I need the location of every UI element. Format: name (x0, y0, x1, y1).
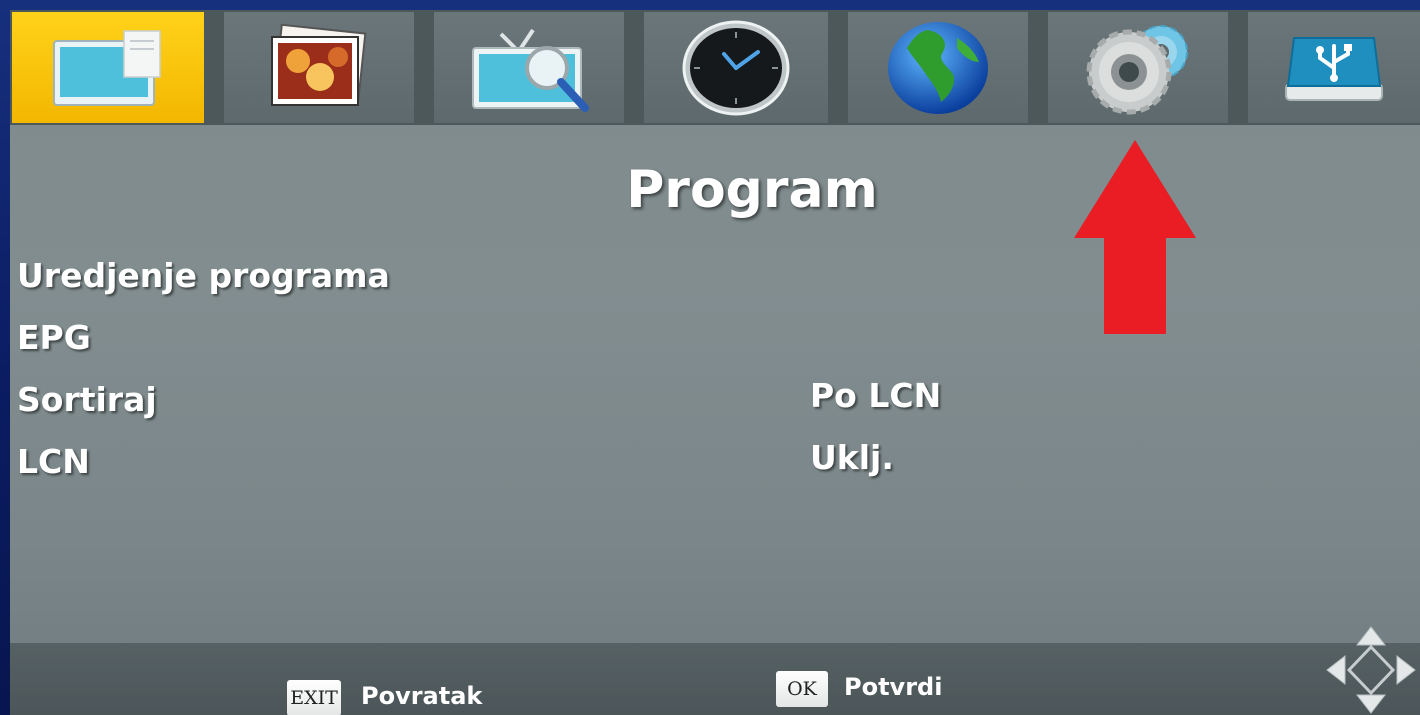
picture-icon (53, 29, 161, 106)
nav-arrows-icon (1326, 626, 1416, 714)
usb-icon (1285, 36, 1383, 101)
lcn-value: Uklj. (810, 438, 894, 477)
globe-icon (888, 21, 988, 114)
tab-clock[interactable] (644, 12, 828, 123)
annotation-arrow-icon (1074, 140, 1196, 334)
menu-item-sortiraj[interactable]: Sortiraj (17, 380, 157, 419)
ok-label: Potvrdi (844, 673, 943, 701)
tab-usb[interactable] (1248, 12, 1420, 123)
tv-search-icon (472, 28, 589, 112)
footer-bar: EXIT Povratak OK Potvrdi (10, 643, 1420, 715)
top-menu-bar (10, 10, 1420, 125)
clock-icon (682, 20, 790, 115)
menu-item-epg[interactable]: EPG (17, 318, 91, 357)
photos-icon (271, 23, 367, 106)
tab-tv-search[interactable] (434, 12, 624, 123)
page-title: Program (626, 160, 878, 220)
ok-key-button[interactable]: OK (776, 671, 828, 707)
gears-icon (1086, 24, 1188, 114)
exit-key-button[interactable]: EXIT (287, 680, 341, 715)
tab-picture[interactable] (12, 12, 204, 123)
menu-item-lcn[interactable]: LCN (17, 442, 90, 481)
sortiraj-value: Po LCN (810, 376, 942, 415)
tv-frame: Program Uredjenje programa EPG Sortiraj … (0, 0, 1420, 715)
exit-label: Povratak (361, 682, 483, 710)
tv-screen: Program Uredjenje programa EPG Sortiraj … (10, 10, 1420, 715)
tab-photos[interactable] (224, 12, 414, 123)
tab-globe[interactable] (848, 12, 1028, 123)
tab-settings[interactable] (1048, 12, 1228, 123)
menu-item-uredjenje-programa[interactable]: Uredjenje programa (17, 256, 390, 295)
